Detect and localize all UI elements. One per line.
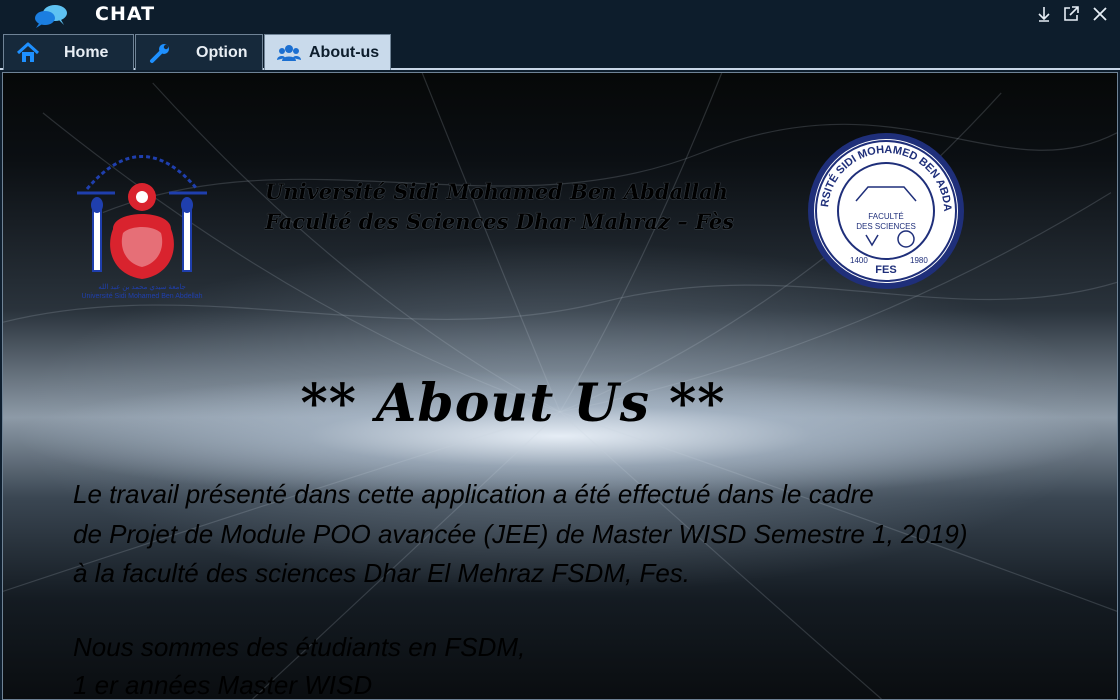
maximize-icon[interactable] [1061, 4, 1083, 24]
svg-text:1400: 1400 [850, 256, 868, 265]
chat-bubbles-icon [34, 3, 68, 29]
minimize-icon[interactable] [1034, 4, 1056, 24]
svg-text:DES SCIENCES: DES SCIENCES [856, 222, 916, 231]
about-text-line: de Projet de Module POO avancée (JEE) de… [73, 519, 968, 549]
fsdm-seal-logo: UNIVERSITÉ SIDI MOHAMED BEN ABDALLAH FES… [802, 122, 966, 291]
about-text-line: Nous sommes des étudiants en FSDM, [73, 632, 526, 662]
tab-home[interactable]: Home [3, 34, 134, 70]
usmba-logo: جامعة سيدي محمد بن عبد الله Université S… [75, 129, 209, 301]
home-icon [16, 41, 40, 65]
about-text-line: Le travail présenté dans cette applicati… [73, 479, 874, 509]
tab-about-us[interactable]: About-us [264, 34, 391, 70]
about-text-line: à la faculté des sciences Dhar El Mehraz… [73, 558, 691, 588]
users-icon [277, 41, 301, 65]
university-name: Université Sidi Mohamed Ben Abdallah [265, 179, 728, 204]
tab-option[interactable]: Option [135, 34, 263, 70]
svg-text:Université Sidi Mohamed Ben Ab: Université Sidi Mohamed Ben Abdellah [81, 293, 202, 300]
tab-option-label: Option [196, 43, 248, 61]
svg-text:جامعة سيدي محمد بن عبد الله: جامعة سيدي محمد بن عبد الله [98, 283, 186, 291]
tab-strip: Home Option About-us [0, 32, 1120, 70]
wrench-icon [148, 41, 172, 65]
svg-text:1980: 1980 [910, 256, 928, 265]
about-text-line: 1 er années Master WISD [73, 670, 373, 700]
close-icon[interactable] [1090, 4, 1112, 24]
title-bar: CHAT [0, 0, 1120, 32]
svg-text:FACULTÉ: FACULTÉ [868, 212, 903, 221]
about-title: ** About Us ** [300, 373, 726, 434]
faculty-name: Faculté des Sciences Dhar Mahraz – Fès [265, 209, 735, 234]
tab-home-label: Home [64, 43, 109, 61]
svg-text:FES: FES [875, 264, 896, 276]
tab-about-us-label: About-us [309, 43, 380, 61]
app-title: CHAT [95, 3, 156, 25]
about-panel: جامعة سيدي محمد بن عبد الله Université S… [2, 72, 1118, 700]
